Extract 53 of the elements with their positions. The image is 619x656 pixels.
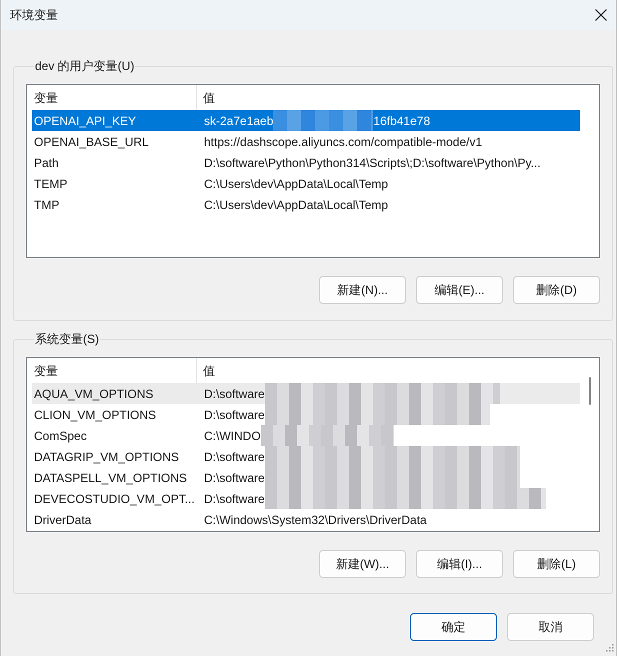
- column-header[interactable]: 值: [197, 358, 215, 383]
- list-row[interactable]: AQUA_VM_OPTIONS D:\software: [32, 383, 580, 404]
- variable-name: AQUA_VM_OPTIONS: [33, 386, 154, 402]
- list-row[interactable]: CLION_VM_OPTIONS D:\software: [32, 404, 580, 425]
- variable-name: TEMP: [33, 176, 68, 192]
- new-button[interactable]: 新建(N)...: [319, 276, 406, 304]
- group-label: dev 的用户变量(U): [34, 58, 136, 74]
- variable-value: C:\Users\dev\AppData\Local\Temp: [204, 196, 388, 214]
- list-row[interactable]: TEMP C:\Users\dev\AppData\Local\Temp: [32, 173, 580, 194]
- new-button[interactable]: 新建(W)...: [319, 550, 406, 578]
- variable-value: D:\software: [204, 406, 265, 424]
- column-header[interactable]: 值: [197, 85, 215, 110]
- variable-value: 16fb41e78: [373, 112, 430, 130]
- variable-value: D:\software: [204, 470, 265, 486]
- delete-button[interactable]: 删除(L): [513, 550, 600, 578]
- variable-name: DATASPELL_VM_OPTIONS: [33, 470, 188, 486]
- window-title: 环境变量: [10, 7, 58, 24]
- variable-name: DriverData: [33, 512, 92, 528]
- variable-name: Path: [33, 154, 60, 172]
- variable-value: D:\software: [204, 448, 265, 466]
- list-row[interactable]: ComSpec C:\WINDO: [32, 425, 580, 446]
- list-row[interactable]: OPENAI_API_KEY sk-2a7e1aeb 16fb41e78: [32, 110, 580, 131]
- list-row[interactable]: OPENAI_BASE_URL https://dashscope.aliyuncs.com/compatible-mode/v1: [32, 131, 580, 152]
- edit-button[interactable]: 编辑(I)...: [416, 550, 503, 578]
- variable-value: C:\WINDO: [204, 428, 261, 444]
- scrollbar-thumb[interactable]: [589, 377, 591, 405]
- list-row[interactable]: DriverData C:\Windows\System32\Drivers\DriverData: [32, 509, 580, 530]
- ok-button[interactable]: 确定: [410, 613, 497, 641]
- variable-value: D:\software: [204, 386, 265, 402]
- list-row[interactable]: TMP C:\Users\dev\AppData\Local\Temp: [32, 194, 580, 215]
- list-row[interactable]: DATAGRIP_VM_OPTIONS D:\software: [32, 446, 580, 467]
- variable-name: DEVECOSTUDIO_VM_OPT...: [33, 490, 196, 508]
- variable-value: D:\software: [204, 490, 265, 508]
- cancel-button[interactable]: 取消: [507, 613, 594, 641]
- variable-name: TMP: [33, 196, 60, 214]
- variable-name: OPENAI_BASE_URL: [33, 134, 150, 150]
- variable-value: C:\Users\dev\AppData\Local\Temp: [204, 176, 388, 192]
- variable-name: CLION_VM_OPTIONS: [33, 406, 158, 424]
- list-row[interactable]: Path D:\software\Python\Python314\Scripts\;D:\software\Python\Py...: [32, 152, 580, 173]
- variable-value: https://dashscope.aliyuncs.com/compatible-mode/v1: [204, 134, 482, 150]
- list-row[interactable]: DEVECOSTUDIO_VM_OPT... D:\software: [32, 488, 580, 509]
- close-icon: [595, 9, 607, 21]
- variable-name: DATAGRIP_VM_OPTIONS: [33, 448, 180, 466]
- delete-button[interactable]: 删除(D): [513, 276, 600, 304]
- variable-name: ComSpec: [33, 428, 88, 444]
- resize-grip-icon: [606, 644, 614, 652]
- variable-value: D:\software\Python\Python314\Scripts\;D:\software\Python\Py...: [204, 154, 541, 172]
- group-label: 系统变量(S): [34, 331, 100, 347]
- variable-name: OPENAI_API_KEY: [33, 112, 138, 130]
- variable-value: sk-2a7e1aeb: [204, 112, 274, 130]
- list-row[interactable]: DATASPELL_VM_OPTIONS D:\software: [32, 467, 580, 488]
- edit-button[interactable]: 编辑(E)...: [416, 276, 503, 304]
- variable-value: C:\Windows\System32\Drivers\DriverData: [204, 512, 427, 528]
